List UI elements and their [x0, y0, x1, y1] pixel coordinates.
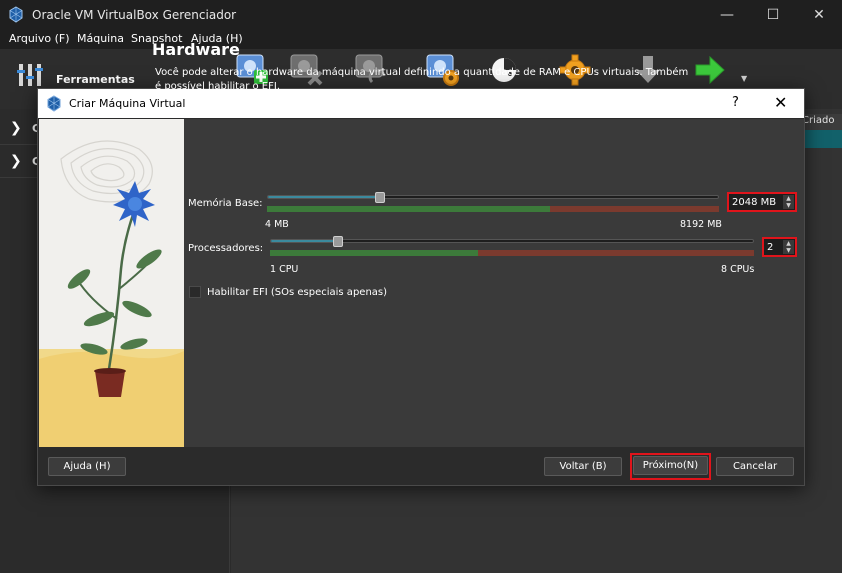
window-titlebar: Oracle VM VirtualBox Gerenciador — ☐ ✕ — [0, 0, 842, 30]
back-button[interactable]: Voltar (B) — [544, 457, 622, 476]
menu-maquina[interactable]: Máquina — [77, 32, 124, 45]
virtualbox-icon — [8, 6, 24, 23]
page-description: Você pode alterar o hardware da máquina … — [155, 67, 689, 92]
spin-arrows-icon[interactable]: ▲ ▼ — [783, 195, 794, 209]
processors-value: 2 — [767, 242, 774, 253]
virtualbox-icon — [46, 95, 62, 112]
processors-slider-thumb[interactable] — [332, 236, 343, 247]
window-title: Oracle VM VirtualBox Gerenciador — [32, 8, 237, 22]
memory-value: 2048 MB — [732, 197, 777, 208]
menu-arquivo[interactable]: Arquivo (F) — [9, 32, 70, 45]
spin-arrows-icon[interactable]: ▲ ▼ — [783, 240, 794, 254]
memory-spinbox[interactable]: 2048 MB ▲ ▼ — [727, 192, 797, 212]
chevron-right-icon: ❯ — [10, 120, 22, 136]
chevron-right-icon: ❯ — [10, 153, 22, 169]
menubar: Arquivo (F) Máquina Snapshot Ajuda (H) — [0, 30, 842, 49]
memory-max-label: 8192 MB — [680, 219, 722, 230]
help-icon[interactable]: ? — [732, 95, 739, 110]
processors-max-label: 8 CPUs — [721, 264, 755, 275]
processors-slider-fill — [271, 240, 339, 242]
maximize-button[interactable]: ☐ — [750, 0, 796, 30]
processors-spinbox[interactable]: 2 ▲ ▼ — [762, 237, 797, 257]
tools-icon — [16, 62, 46, 88]
efi-label[interactable]: Habilitar EFI (SOs especiais apenas) — [207, 287, 387, 298]
processors-label: Processadores: — [188, 243, 264, 254]
wizard-content — [184, 119, 804, 447]
help-button[interactable]: Ajuda (H) — [48, 457, 126, 476]
memory-min-label: 4 MB — [265, 219, 289, 230]
processors-min-label: 1 CPU — [270, 264, 299, 275]
dialog-title: Criar Máquina Virtual — [69, 97, 186, 110]
export-icon[interactable] — [692, 52, 728, 88]
processors-range-bar — [270, 250, 754, 256]
memory-label: Memória Base: — [188, 198, 263, 209]
memory-slider[interactable] — [267, 195, 719, 199]
memory-range-bar — [267, 206, 719, 212]
close-icon[interactable]: ✕ — [774, 93, 787, 112]
next-button[interactable]: Próximo(N) — [633, 456, 708, 475]
wizard-illustration — [39, 119, 184, 447]
chevron-down-icon[interactable]: ▼ — [741, 74, 747, 83]
create-vm-dialog: Criar Máquina Virtual ? ✕ — [37, 88, 805, 486]
tools-label: Ferramentas — [56, 73, 135, 86]
memory-slider-fill — [268, 196, 381, 198]
close-window-button[interactable]: ✕ — [796, 0, 842, 30]
cancel-button[interactable]: Cancelar — [716, 457, 794, 476]
memory-slider-thumb[interactable] — [375, 192, 385, 203]
minimize-button[interactable]: — — [704, 0, 750, 30]
efi-checkbox[interactable] — [189, 286, 201, 298]
page-title: Hardware — [152, 40, 240, 59]
